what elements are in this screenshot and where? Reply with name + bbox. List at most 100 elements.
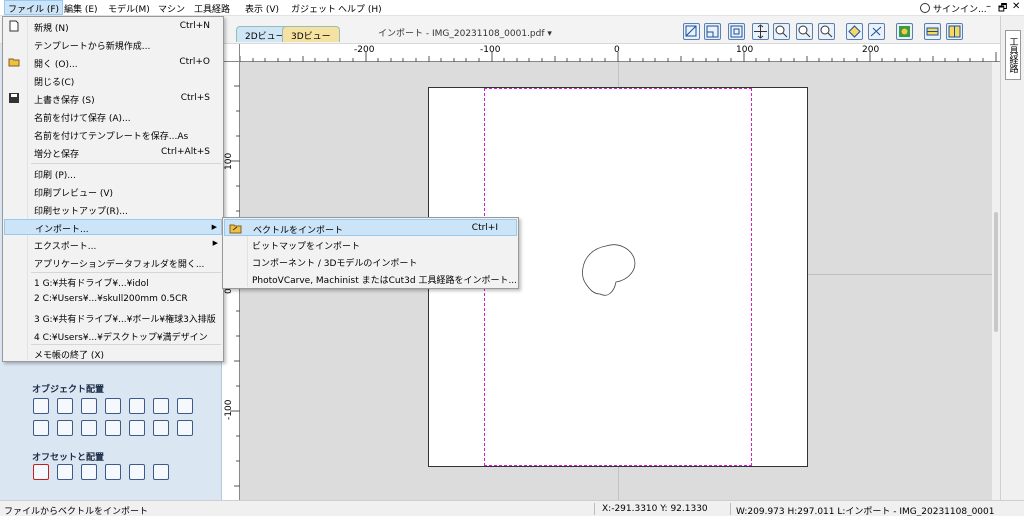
menu-view[interactable]: 表示 (V) (245, 2, 279, 15)
menu-item-print-setup[interactable]: 印刷セットアップ(R)... (4, 201, 222, 218)
menu-item-shortcut: Ctrl+Alt+S (161, 147, 210, 157)
pan-icon[interactable] (752, 23, 769, 40)
snap-icon[interactable] (868, 23, 885, 40)
menu-item-label: コンポーネント / 3Dモデルのインポート (252, 259, 418, 269)
sign-in-label: サインイン... (933, 5, 987, 15)
offset-layout-heading: オフセットと配置 (32, 453, 105, 463)
menu-bar: ファイル (F) 編集 (E) モデル(M) マシン 工具経路 表示 (V) ガ… (0, 0, 1024, 16)
menu-help[interactable]: ヘルプ (H) (338, 2, 382, 15)
file-menu: 新規 (N) Ctrl+N テンプレートから新規作成... 開く (O)... … (2, 16, 224, 362)
ruler-label-100: 100 (736, 45, 754, 55)
center-on-material-icon[interactable] (33, 420, 49, 436)
model-icon[interactable] (896, 23, 913, 40)
menu-item-export[interactable]: エクスポート... ▶ (4, 236, 222, 253)
menu-item-new[interactable]: 新規 (N) Ctrl+N (4, 18, 222, 35)
menu-item-save-as[interactable]: 名前を付けて保存 (A)... (4, 108, 222, 125)
menu-item-recent-2[interactable]: 2 C:¥Users¥...¥skull200mm 0.5CR (4, 291, 222, 308)
menu-item-label: 1 G:¥共有ドライブ¥...¥idol (34, 279, 149, 289)
split-view-icon[interactable] (924, 23, 941, 40)
menu-file[interactable]: ファイル (F) (4, 0, 64, 15)
nesting-icon[interactable] (129, 464, 145, 480)
distribute-bottom-icon[interactable] (177, 420, 193, 436)
offset-icon[interactable] (33, 464, 49, 480)
menu-item-print[interactable]: 印刷 (P)... (4, 165, 222, 182)
align-bottom-icon[interactable] (177, 398, 193, 414)
menu-item-label: 名前を付けてテンプレートを保存...As (34, 132, 189, 142)
distribute-right-icon[interactable] (129, 420, 145, 436)
menu-item-label: 2 C:¥Users¥...¥skull200mm 0.5CR (34, 294, 188, 304)
menu-model[interactable]: モデル(M) (108, 2, 150, 15)
status-divider (594, 503, 595, 515)
menu-item-label: アプリケーションデータフォルダを開く... (34, 260, 205, 270)
menu-item-print-preview[interactable]: 印刷プレビュー (V) (4, 183, 222, 200)
layer-icon[interactable] (846, 23, 863, 40)
menu-toolpaths[interactable]: 工具経路 (194, 2, 230, 15)
menu-item-close[interactable]: 閉じる(C) (4, 72, 222, 89)
menu-item-import-component[interactable]: コンポーネント / 3Dモデルのインポート (224, 253, 517, 270)
menu-item-save-template[interactable]: 名前を付けてテンプレートを保存...As (4, 126, 222, 143)
user-icon (920, 3, 930, 13)
tile-view-icon[interactable] (946, 23, 963, 40)
menu-item-label: 上書き保存 (S) (34, 96, 95, 106)
status-hint: ファイルからベクトルをインポート (4, 507, 149, 516)
distribute-h-icon[interactable] (105, 420, 121, 436)
align-center-icon[interactable] (33, 398, 49, 414)
zoom-extents-icon[interactable] (796, 23, 813, 40)
align-center-vertical-icon[interactable] (81, 398, 97, 414)
ruler-label-neg200: -200 (354, 45, 375, 55)
menu-item-import-bitmap[interactable]: ビットマップをインポート (224, 236, 517, 253)
submenu-arrow-icon: ▶ (212, 239, 218, 247)
toolpaths-panel-tab[interactable]: 工具経路 (1005, 30, 1021, 80)
menu-item-import-toolpaths[interactable]: PhotoVCarve, Machinist またはCut3d 工具経路をインポ… (224, 270, 517, 287)
menu-item-import-vectors[interactable]: ベクトルをインポート Ctrl+I (224, 219, 517, 236)
distribute-v-icon[interactable] (153, 420, 169, 436)
zoom-window-icon[interactable] (818, 23, 835, 40)
tab-3d-view[interactable]: 3Dビュー (282, 26, 340, 42)
close-icon[interactable]: ✕ (1012, 1, 1020, 12)
menu-item-new-from-template[interactable]: テンプレートから新規作成... (4, 36, 222, 53)
array-copy-icon[interactable] (57, 464, 73, 480)
menu-item-label: 印刷セットアップ(R)... (34, 207, 128, 217)
menu-item-label: メモ帳の終了 (X) (34, 351, 105, 361)
align-center-horizontal-icon[interactable] (57, 398, 73, 414)
menu-item-recent-4[interactable]: 4 C:¥Users¥...¥デスクトップ¥満デザイン (4, 327, 222, 344)
align-v-center-icon[interactable] (81, 420, 97, 436)
menu-machine[interactable]: マシン (158, 2, 185, 15)
menu-item-recent-3[interactable]: 3 G:¥共有ドライブ¥...¥ボール¥権球3入排版 (4, 309, 222, 326)
minimize-icon[interactable]: – (986, 1, 991, 12)
view-fit-icon[interactable] (728, 23, 745, 40)
menu-item-exit[interactable]: メモ帳の終了 (X) (4, 345, 222, 362)
menu-item-open-app-data[interactable]: アプリケーションデータフォルダを開く... (4, 254, 222, 271)
align-left-icon[interactable] (105, 398, 121, 414)
imported-vector-outline[interactable] (578, 240, 658, 310)
ruler-label-vneg100: -100 (224, 399, 234, 420)
view-iso-icon[interactable] (704, 23, 721, 40)
menu-gadgets[interactable]: ガジェット (291, 2, 336, 15)
menu-item-label: 4 C:¥Users¥...¥デスクトップ¥満デザイン (34, 333, 208, 343)
align-h-center-icon[interactable] (57, 420, 73, 436)
workspace-scrollbar[interactable] (992, 62, 1000, 500)
menu-item-save[interactable]: 上書き保存 (S) Ctrl+S (4, 90, 222, 107)
path-copy-icon[interactable] (105, 464, 121, 480)
align-top-icon[interactable] (153, 398, 169, 414)
menu-item-increment-save[interactable]: 増分と保存 Ctrl+Alt+S (4, 144, 222, 161)
menu-item-label: 開く (O)... (34, 60, 78, 70)
menu-item-shortcut: Ctrl+O (179, 57, 210, 67)
document-title[interactable]: インポート - IMG_20231108_0001.pdf ▾ (378, 26, 552, 39)
import-folder-icon (229, 224, 242, 234)
menu-item-label: 増分と保存 (34, 150, 80, 160)
sign-in-button[interactable]: サインイン... (920, 2, 987, 15)
fit-to-curve-icon[interactable] (153, 464, 169, 480)
ruler-label-0: 0 (614, 45, 620, 55)
menu-item-import[interactable]: インポート... ▶ (4, 219, 222, 235)
menu-item-label: PhotoVCarve, Machinist またはCut3d 工具経路をインポ… (252, 276, 518, 286)
circular-array-icon[interactable] (81, 464, 97, 480)
menu-item-open[interactable]: 開く (O)... Ctrl+O (4, 54, 222, 71)
zoom-in-icon[interactable] (773, 23, 790, 40)
view-top-icon[interactable] (683, 23, 700, 40)
menu-edit[interactable]: 編集 (E) (64, 2, 98, 15)
menu-item-label: ビットマップをインポート (252, 242, 361, 252)
menu-item-recent-1[interactable]: 1 G:¥共有ドライブ¥...¥idol (4, 273, 222, 290)
align-right-icon[interactable] (129, 398, 145, 414)
scrollbar-thumb[interactable] (994, 212, 998, 332)
